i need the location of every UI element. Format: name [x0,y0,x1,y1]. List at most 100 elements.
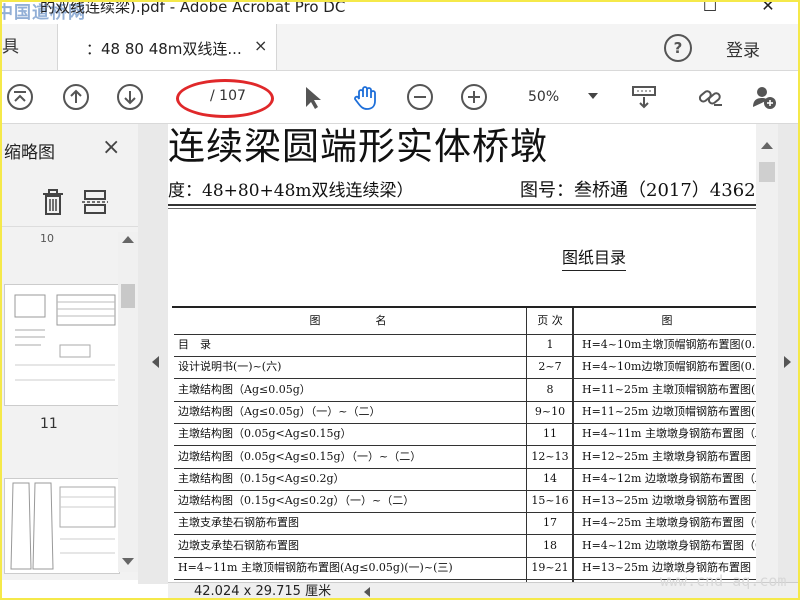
scroll-thumb[interactable] [121,284,135,308]
scroll-mode-icon[interactable] [630,83,658,111]
hand-icon[interactable] [352,83,380,111]
document-span-line: 度：48+80+48m双线连续梁） [168,181,414,201]
row-drawing: H=11~25m 主墩顶帽钢筋布置图(0.15g<A [582,382,756,396]
row-page: 12~13 [531,449,569,463]
row-drawing: H=4~10m边墩顶帽钢筋布置图(0.15g<Ag [582,360,756,374]
catalog-table: 图 名 页 次 图 目 录 1 H=4~10m主墩顶帽钢筋布置图(0.15g<Ag 设… [172,306,756,582]
row-name: 主墩支承垫石钢筋布置图 [178,516,299,530]
close-window-button[interactable]: ✕ [756,0,780,18]
thumbnails-title: 缩略图 [4,143,55,163]
scroll-up-icon[interactable] [761,142,773,149]
row-drawing: H=13~25m 边墩墩身钢筋布置图（Ag≤0.0 [582,494,756,508]
row-name: 目 录 [178,338,211,351]
title-bar: 中国道桥网 的双线连续梁).pdf - Adobe Acrobat Pro DC… [0,0,800,23]
row-page: 19~21 [531,561,569,574]
scroll-thumb[interactable] [759,162,775,182]
tab-tools[interactable]: 具 [0,24,19,70]
scroll-up-icon[interactable] [122,236,134,243]
login-button[interactable]: 登录 [726,36,760,61]
prev-page-icon[interactable] [62,83,90,111]
scroll-left-icon[interactable] [364,587,370,597]
table-row: 设计说明书(一)~(六) 2~7 H=4~10m边墩顶帽钢筋布置图(0.15g<Ag [174,356,756,380]
table-row: 边墩结构图（0.15g<Ag≤0.2g）（一）~（二） 15~16 H=13~25m… [174,490,756,514]
select-arrow-icon[interactable] [298,83,326,111]
divider [168,208,756,209]
row-page: 17 [543,516,557,530]
row-page: 15~16 [531,494,569,508]
row-page: 1 [546,338,554,351]
zoom-out-icon[interactable] [406,83,434,111]
tab-document-label: ：48 80 48m双线连... [86,40,242,58]
right-panel-toggle[interactable] [778,124,798,584]
row-drawing: H=4~25m 主墩墩身钢筋布置图（0.05g<A [582,516,756,530]
close-panel-icon[interactable]: × [102,135,120,160]
header-name: 图 名 [309,314,387,327]
document-scrollbar[interactable] [756,124,778,582]
rotate-pages-icon[interactable] [82,188,108,216]
header-drawing: 图 [661,314,673,327]
row-name: 主墩结构图（0.05g<Ag≤0.15g） [178,427,352,441]
table-row: 目 录 1 H=4~10m主墩顶帽钢筋布置图(0.15g<Ag [174,334,756,357]
zoom-level[interactable]: 50% [528,89,559,105]
row-page: 2~7 [538,360,562,374]
thumbnail-toolbar [0,176,138,227]
window-title: 的双线连续梁).pdf - Adobe Acrobat Pro DC [40,0,346,16]
thumbnails-panel: 缩略图 × 10 11 [0,124,138,580]
table-row: 主墩结构图（Ag≤0.05g） 8 H=11~25m 主墩顶帽钢筋布置图(0.15g… [174,379,756,402]
row-name: 设计说明书(一)~(六) [178,360,282,374]
row-drawing: H=4~12m 边墩墩身钢筋布置图（0.05g<A [582,538,756,552]
add-user-icon[interactable] [750,83,778,111]
catalog-title: 图纸目录 [562,244,627,271]
header-page: 页 次 [537,314,563,327]
page-thumbnail[interactable] [4,478,120,574]
row-page: 9~10 [534,404,566,418]
table-row: 主墩结构图（0.15g<Ag≤0.2g） 14 H=4~12m 边墩墩身钢筋布置图（… [174,468,756,491]
document-view[interactable]: 连续梁圆端形实体桥墩 度：48+80+48m双线连续梁） 图号：叁桥通（2017… [168,124,756,582]
document-title: 连续梁圆端形实体桥墩 [168,125,548,168]
link-icon[interactable] [696,83,724,111]
page-thumbnail[interactable] [4,284,120,406]
help-icon[interactable]: ? [664,34,692,62]
row-name: 主墩结构图（Ag≤0.05g） [178,382,311,396]
table-row: 主墩支承垫石钢筋布置图 17 H=4~25m 主墩墩身钢筋布置图（0.05g<A [174,512,756,536]
row-drawing: H=4~11m 主墩墩身钢筋布置图（Ag≤0.0 [582,427,756,441]
thumbnail-preview [10,482,116,570]
zoom-in-icon[interactable] [460,83,488,111]
row-drawing: H=12~25m 主墩墩身钢筋布置图（Ag≤0.0 [582,449,756,463]
row-page: 18 [543,538,557,552]
expand-right-icon[interactable] [784,356,791,368]
next-page-icon[interactable] [116,83,144,111]
row-page: 14 [543,471,557,485]
tab-document[interactable]: ：48 80 48m双线连... × [57,24,277,70]
table-row: 主墩结构图（0.05g<Ag≤0.15g） 11 H=4~11m 主墩墩身钢筋布置图… [174,423,756,447]
divider [168,204,756,206]
row-name: 边墩结构图（0.05g<Ag≤0.15g）（一）~（二） [178,449,422,463]
collapse-left-icon[interactable] [152,356,159,368]
scroll-down-icon[interactable] [122,558,134,565]
home-up-icon[interactable] [6,83,34,111]
thumbnail-label-top: 10 [40,232,54,245]
main-toolbar: / 107 50% [0,71,800,124]
table-header: 图 名 页 次 图 [174,308,756,335]
row-name: 边墩结构图（0.15g<Ag≤0.2g）（一）~（二） [178,494,415,508]
row-drawing: H=4~12m 边墩墩身钢筋布置图（Ag≤0.0 [582,471,756,485]
panel-splitter[interactable] [138,124,168,584]
highlight-oval [176,79,274,118]
trash-icon[interactable] [40,188,66,216]
site-watermark-bottom: www.cnd aq.com [660,572,787,590]
thumbnails-scrollbar[interactable] [118,232,138,572]
row-name: H=4~11m 主墩顶帽钢筋布置图(Ag≤0.05g)(一)~(三) [178,561,453,574]
thumbnail-page-number: 11 [40,416,58,432]
drawing-number: 图号：叁桥通（2017）4362 [520,180,756,201]
thumbnail-preview [14,294,116,381]
row-drawing: H=4~10m主墩顶帽钢筋布置图(0.15g<Ag [582,338,756,351]
maximize-button[interactable]: ☐ [698,0,722,18]
table-row: 边墩结构图（0.05g<Ag≤0.15g）（一）~（二） 12~13 H=12~25… [174,446,756,469]
row-name: 边墩支承垫石钢筋布置图 [178,538,299,552]
tab-bar: 具 ：48 80 48m双线连... × ? 登录 [0,24,800,71]
row-page: 11 [543,427,557,441]
chevron-down-icon[interactable] [588,93,598,99]
row-name: 主墩结构图（0.15g<Ag≤0.2g） [178,471,345,485]
close-tab-icon[interactable]: × [254,36,267,55]
table-row: 边墩支承垫石钢筋布置图 18 H=4~12m 边墩墩身钢筋布置图（0.05g<A [174,535,756,558]
